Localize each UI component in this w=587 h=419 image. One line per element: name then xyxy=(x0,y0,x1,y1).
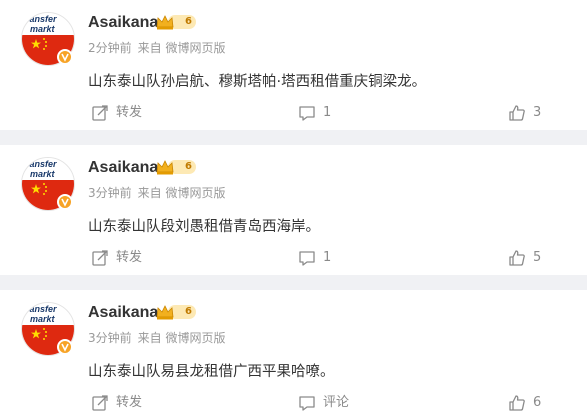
comment-count: 1 xyxy=(323,105,332,120)
post-card: ransfer markt Asaikana 6 3分钟前 来自 微博网页版 山东… xyxy=(0,290,587,419)
like-count: 6 xyxy=(533,395,542,410)
verified-icon xyxy=(57,49,73,65)
comment-icon xyxy=(299,396,315,411)
comment-icon xyxy=(299,251,315,266)
post-time[interactable]: 3分钟前 xyxy=(88,186,132,200)
post-meta: 2分钟前 来自 微博网页版 xyxy=(88,40,225,56)
thumbs-up-icon xyxy=(509,105,525,121)
post-source: 来自 微博网页版 xyxy=(137,186,226,200)
username[interactable]: Asaikana xyxy=(88,158,158,178)
post-meta: 3分钟前 来自 微博网页版 xyxy=(88,330,225,346)
like-button[interactable]: 3 xyxy=(508,104,548,122)
like-count: 5 xyxy=(533,250,542,265)
post-source: 来自 微博网页版 xyxy=(137,331,226,345)
share-label: 转发 xyxy=(116,250,143,265)
logo-text-2: markt xyxy=(30,24,56,34)
like-count: 3 xyxy=(533,105,542,120)
rank-number: 6 xyxy=(185,16,192,27)
verified-icon xyxy=(57,194,73,210)
crown-icon xyxy=(156,305,174,320)
post-text: 山东泰山队易县龙租借广西平果哈嘹。 xyxy=(88,364,335,380)
post-time[interactable]: 3分钟前 xyxy=(88,331,132,345)
comment-button[interactable]: 1 xyxy=(298,249,358,267)
post-text: 山东泰山队段刘愚租借青岛西海岸。 xyxy=(88,219,320,235)
like-button[interactable]: 5 xyxy=(508,249,548,267)
share-button[interactable]: 转发 xyxy=(91,249,151,267)
rank-number: 6 xyxy=(185,306,192,317)
post-text: 山东泰山队孙启航、穆斯塔帕·塔西租借重庆铜梁龙。 xyxy=(88,74,427,90)
username[interactable]: Asaikana xyxy=(88,13,158,33)
verified-icon xyxy=(57,339,73,355)
logo-text-2: markt xyxy=(30,169,56,179)
comment-button[interactable]: 评论 xyxy=(298,394,358,412)
share-label: 转发 xyxy=(116,395,143,410)
post-meta: 3分钟前 来自 微博网页版 xyxy=(88,185,225,201)
username[interactable]: Asaikana xyxy=(88,303,158,323)
thumbs-up-icon xyxy=(509,395,525,411)
post-card: ransfer markt Asaikana 6 2分钟前 来自 微博网页版 山东… xyxy=(0,0,587,130)
weibo-feed: ransfer markt Asaikana 6 2分钟前 来自 微博网页版 山东… xyxy=(0,0,587,419)
post-card: ransfer markt Asaikana 6 3分钟前 来自 微博网页版 山东… xyxy=(0,145,587,275)
crown-icon xyxy=(156,15,174,30)
share-icon xyxy=(92,105,108,121)
rank-number: 6 xyxy=(185,161,192,172)
logo-text-1: ransfer xyxy=(26,159,57,169)
like-button[interactable]: 6 xyxy=(508,394,548,412)
share-button[interactable]: 转发 xyxy=(91,104,151,122)
comment-button[interactable]: 1 xyxy=(298,104,358,122)
comment-icon xyxy=(299,106,315,121)
thumbs-up-icon xyxy=(509,250,525,266)
comment-count: 1 xyxy=(323,250,332,265)
crown-icon xyxy=(156,160,174,175)
share-button[interactable]: 转发 xyxy=(91,394,151,412)
post-source: 来自 微博网页版 xyxy=(137,41,226,55)
share-icon xyxy=(92,250,108,266)
post-time[interactable]: 2分钟前 xyxy=(88,41,132,55)
logo-text-1: ransfer xyxy=(26,14,57,24)
comment-label: 评论 xyxy=(323,395,350,410)
logo-text-2: markt xyxy=(30,314,56,324)
logo-text-1: ransfer xyxy=(26,304,57,314)
share-icon xyxy=(92,395,108,411)
share-label: 转发 xyxy=(116,105,143,120)
